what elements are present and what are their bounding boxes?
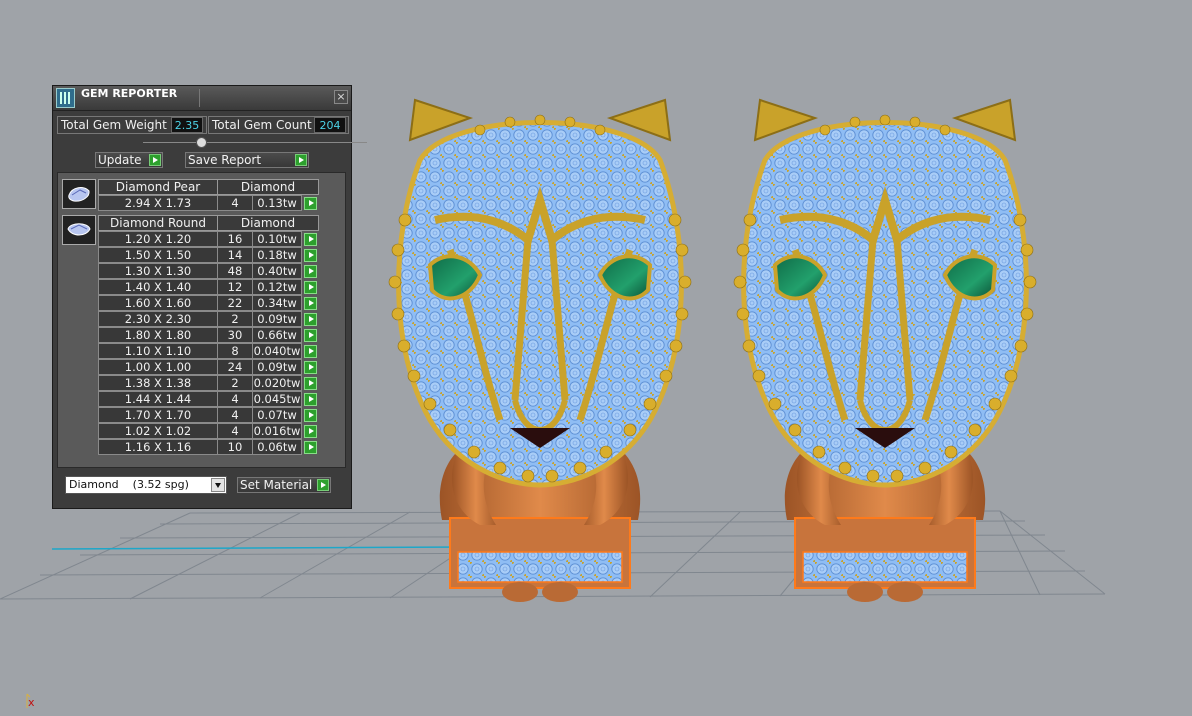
total-weight-value: 2.35	[171, 117, 203, 133]
close-icon[interactable]: ×	[334, 90, 348, 104]
gem-size: 1.50 X 1.50	[98, 247, 218, 263]
play-icon[interactable]	[304, 377, 317, 390]
play-icon	[317, 479, 329, 491]
panel-titlebar[interactable]: GEM REPORTER ×	[53, 86, 351, 111]
gem-size: 1.00 X 1.00	[98, 359, 218, 375]
update-label: Update	[98, 153, 142, 167]
play-icon[interactable]	[304, 329, 317, 342]
gem-size: 2.94 X 1.73	[98, 195, 218, 211]
gem-size: 1.60 X 1.60	[98, 295, 218, 311]
play-icon	[149, 154, 161, 166]
gem-size: 1.40 X 1.40	[98, 279, 218, 295]
gem-weight: 0.020tw	[252, 375, 302, 391]
gem-weight: 0.09tw	[252, 359, 302, 375]
total-weight-label: Total Gem Weight	[61, 118, 167, 132]
size-slider-track	[143, 142, 367, 143]
gem-weight: 0.06tw	[252, 439, 302, 455]
update-button[interactable]: Update	[95, 152, 163, 168]
save-report-label: Save Report	[188, 153, 262, 167]
save-report-button[interactable]: Save Report	[185, 152, 309, 168]
material-dropdown[interactable]: Diamond (3.52 spg)	[65, 476, 227, 494]
gem-weight: 0.016tw	[252, 423, 302, 439]
gem-weight: 0.10tw	[252, 231, 302, 247]
title-separator	[199, 89, 200, 107]
gem-count: 4	[217, 391, 253, 407]
size-slider-thumb[interactable]	[196, 137, 207, 148]
gem-size: 1.44 X 1.44	[98, 391, 218, 407]
gem-count: 30	[217, 327, 253, 343]
total-count-value: 204	[314, 117, 346, 133]
gem-size: 1.30 X 1.30	[98, 263, 218, 279]
play-icon	[295, 154, 307, 166]
play-icon[interactable]	[304, 265, 317, 278]
gem-count: 14	[217, 247, 253, 263]
play-icon[interactable]	[304, 425, 317, 438]
app-icon	[56, 88, 75, 108]
axis-x-label: x	[28, 696, 35, 709]
gem-weight: 0.66tw	[252, 327, 302, 343]
gem-size: 1.10 X 1.10	[98, 343, 218, 359]
play-icon[interactable]	[304, 345, 317, 358]
play-icon[interactable]	[304, 361, 317, 374]
gem-weight: 0.40tw	[252, 263, 302, 279]
gem-weight: 0.07tw	[252, 407, 302, 423]
gem-size: 1.70 X 1.70	[98, 407, 218, 423]
gem-count: 22	[217, 295, 253, 311]
axis-indicator: x	[22, 692, 38, 709]
gem-count: 2	[217, 311, 253, 327]
totals-row: Total Gem Weight 2.35 Total Gem Count 20…	[57, 116, 349, 134]
play-icon[interactable]	[304, 233, 317, 246]
play-icon[interactable]	[304, 297, 317, 310]
gem-size: 1.80 X 1.80	[98, 327, 218, 343]
gem-list[interactable]: Diamond Pear Diamond 2.94 X 1.73 4 0.13t…	[57, 172, 346, 468]
play-icon[interactable]	[304, 281, 317, 294]
gem-count: 12	[217, 279, 253, 295]
gem-size: 2.30 X 2.30	[98, 311, 218, 327]
gem-weight: 0.12tw	[252, 279, 302, 295]
gem-count: 4	[217, 407, 253, 423]
gem-count: 4	[217, 423, 253, 439]
gem-group-material: Diamond	[217, 215, 319, 231]
gem-weight: 0.34tw	[252, 295, 302, 311]
gem-weight: 0.13tw	[252, 195, 302, 211]
play-icon[interactable]	[304, 249, 317, 262]
gem-count: 16	[217, 231, 253, 247]
dropdown-arrow-icon[interactable]	[211, 478, 225, 492]
set-material-label: Set Material	[240, 478, 313, 492]
total-count-label: Total Gem Count	[212, 118, 312, 132]
gem-size: 1.38 X 1.38	[98, 375, 218, 391]
gem-weight: 0.045tw	[252, 391, 302, 407]
gem-count: 2	[217, 375, 253, 391]
play-icon[interactable]	[304, 393, 317, 406]
panther-ring-left	[389, 100, 691, 602]
gem-round-icon[interactable]	[62, 215, 96, 245]
gem-size: 1.02 X 1.02	[98, 423, 218, 439]
gem-group-material: Diamond	[217, 179, 319, 195]
gem-weight: 0.18tw	[252, 247, 302, 263]
gem-group-shape: Diamond Pear	[98, 179, 218, 195]
gem-count: 4	[217, 195, 253, 211]
gem-count: 24	[217, 359, 253, 375]
gem-pear-icon[interactable]	[62, 179, 96, 209]
gem-count: 48	[217, 263, 253, 279]
gem-reporter-panel: GEM REPORTER × Total Gem Weight 2.35 Tot…	[52, 85, 367, 509]
play-icon[interactable]	[304, 313, 317, 326]
panther-ring-right	[734, 100, 1036, 602]
gem-size: 1.20 X 1.20	[98, 231, 218, 247]
gem-weight: 0.09tw	[252, 311, 302, 327]
material-select-value: Diamond (3.52 spg)	[69, 478, 189, 491]
play-icon[interactable]	[304, 197, 317, 210]
play-icon[interactable]	[304, 441, 317, 454]
set-material-button[interactable]: Set Material	[237, 477, 331, 493]
gem-size: 1.16 X 1.16	[98, 439, 218, 455]
panel-title: GEM REPORTER	[81, 87, 178, 100]
gem-group-shape: Diamond Round	[98, 215, 218, 231]
play-icon[interactable]	[304, 409, 317, 422]
gem-weight: 0.040tw	[252, 343, 302, 359]
gem-count: 10	[217, 439, 253, 455]
gem-count: 8	[217, 343, 253, 359]
